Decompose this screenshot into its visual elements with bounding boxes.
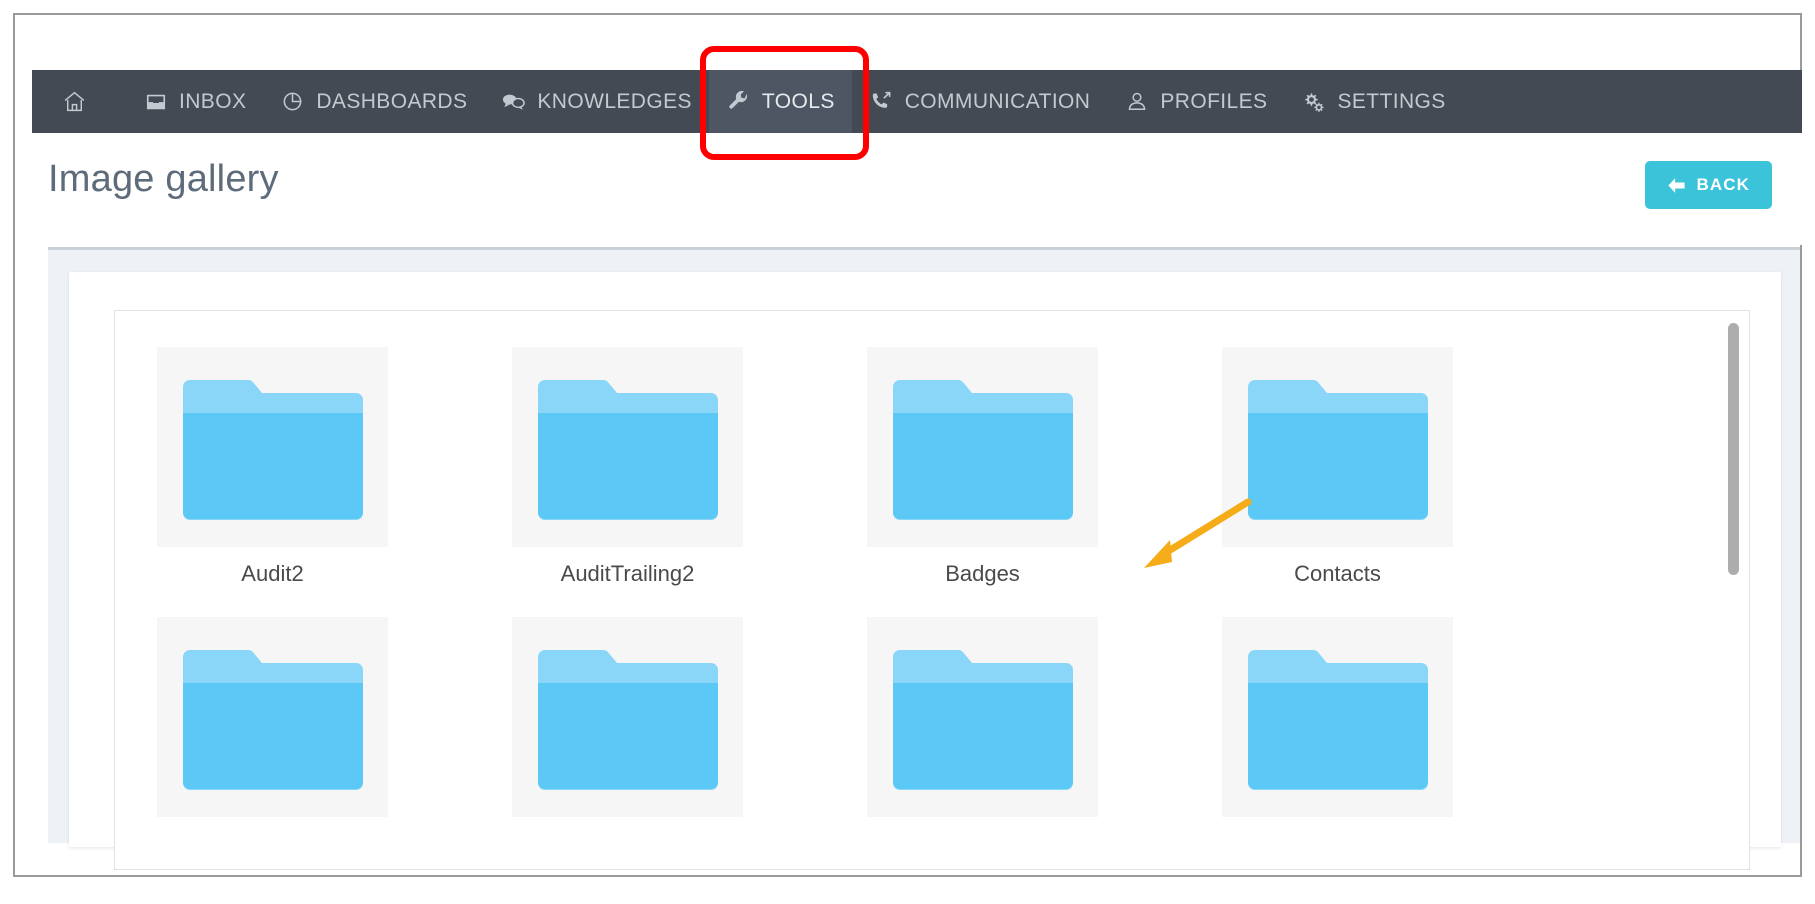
nav-item-communication[interactable]: COMMUNICATION	[852, 70, 1108, 133]
folder-icon	[537, 380, 718, 520]
gallery-card: Audit2 AuditTrailing2 Badges Contacts	[69, 272, 1781, 870]
folder-thumbnail	[157, 347, 388, 547]
folder-thumbnail	[1222, 617, 1453, 817]
nav-item-knowledges[interactable]: KNOWLEDGES	[484, 70, 709, 133]
pie-chart-icon	[280, 89, 305, 114]
gears-icon	[1301, 89, 1326, 114]
back-button[interactable]: BACK	[1645, 161, 1772, 209]
nav-item-label: PROFILES	[1160, 90, 1268, 113]
folder-item[interactable]	[867, 617, 1098, 831]
main-navigation-bar: INBOX DASHBOARDS KNOWLEDGES TOOLS COMMUN…	[32, 70, 1802, 133]
folder-icon	[1247, 650, 1428, 790]
nav-item-label: SETTINGS	[1337, 90, 1446, 113]
user-icon	[1124, 89, 1149, 114]
nav-item-settings[interactable]: SETTINGS	[1284, 70, 1462, 133]
folder-icon	[182, 380, 363, 520]
nav-item-profiles[interactable]: PROFILES	[1107, 70, 1284, 133]
gallery-outer-panel: Audit2 AuditTrailing2 Badges Contacts	[48, 247, 1800, 870]
folder-item[interactable]: Audit2	[157, 347, 388, 587]
folder-thumbnail	[1222, 347, 1453, 547]
screenshot-root: INBOX DASHBOARDS KNOWLEDGES TOOLS COMMUN…	[0, 0, 1815, 904]
folder-item[interactable]: AuditTrailing2	[512, 347, 743, 587]
nav-item-label: COMMUNICATION	[904, 90, 1091, 113]
folder-grid: Audit2 AuditTrailing2 Badges Contacts	[115, 311, 1749, 831]
folder-label: AuditTrailing2	[560, 561, 695, 586]
page-frame: INBOX DASHBOARDS KNOWLEDGES TOOLS COMMUN…	[13, 13, 1802, 877]
folder-item[interactable]: Contacts	[1222, 347, 1453, 587]
gallery-scrollbar-track[interactable]	[1728, 311, 1743, 869]
gallery-scroll-region[interactable]: Audit2 AuditTrailing2 Badges Contacts	[114, 310, 1750, 870]
folder-thumbnail	[157, 617, 388, 817]
folder-thumbnail	[867, 617, 1098, 817]
back-button-label: BACK	[1696, 175, 1750, 194]
folder-item[interactable]	[1222, 617, 1453, 831]
folder-icon	[182, 650, 363, 790]
folder-label: Audit2	[241, 561, 304, 586]
wrench-icon	[726, 89, 751, 114]
nav-item-label: INBOX	[179, 90, 247, 113]
page-header: Image gallery BACK	[32, 133, 1802, 245]
folder-thumbnail	[512, 617, 743, 817]
folder-icon	[1247, 380, 1428, 520]
nav-item-label: KNOWLEDGES	[537, 90, 692, 113]
page-title: Image gallery	[48, 158, 279, 200]
gallery-scrollbar-thumb[interactable]	[1728, 323, 1739, 575]
home-icon	[62, 89, 87, 114]
folder-item[interactable]: Badges	[867, 347, 1098, 587]
folder-item[interactable]	[512, 617, 743, 831]
folder-label: Badges	[945, 561, 1020, 586]
folder-icon	[537, 650, 718, 790]
folder-icon	[892, 380, 1073, 520]
inbox-icon	[143, 89, 168, 114]
arrow-left-icon	[1667, 177, 1686, 194]
speech-bubbles-icon	[501, 89, 526, 114]
phone-outgoing-icon	[869, 89, 894, 114]
folder-label: Contacts	[1294, 561, 1381, 586]
nav-item-label: TOOLS	[761, 90, 835, 113]
folder-icon	[892, 650, 1073, 790]
nav-item-tools[interactable]: TOOLS	[708, 70, 852, 133]
folder-thumbnail	[867, 347, 1098, 547]
nav-item-dashboards[interactable]: DASHBOARDS	[263, 70, 484, 133]
folder-item[interactable]	[157, 617, 388, 831]
nav-item-home[interactable]	[32, 70, 126, 133]
folder-thumbnail	[512, 347, 743, 547]
nav-item-label: DASHBOARDS	[316, 90, 468, 113]
nav-item-inbox[interactable]: INBOX	[126, 70, 263, 133]
